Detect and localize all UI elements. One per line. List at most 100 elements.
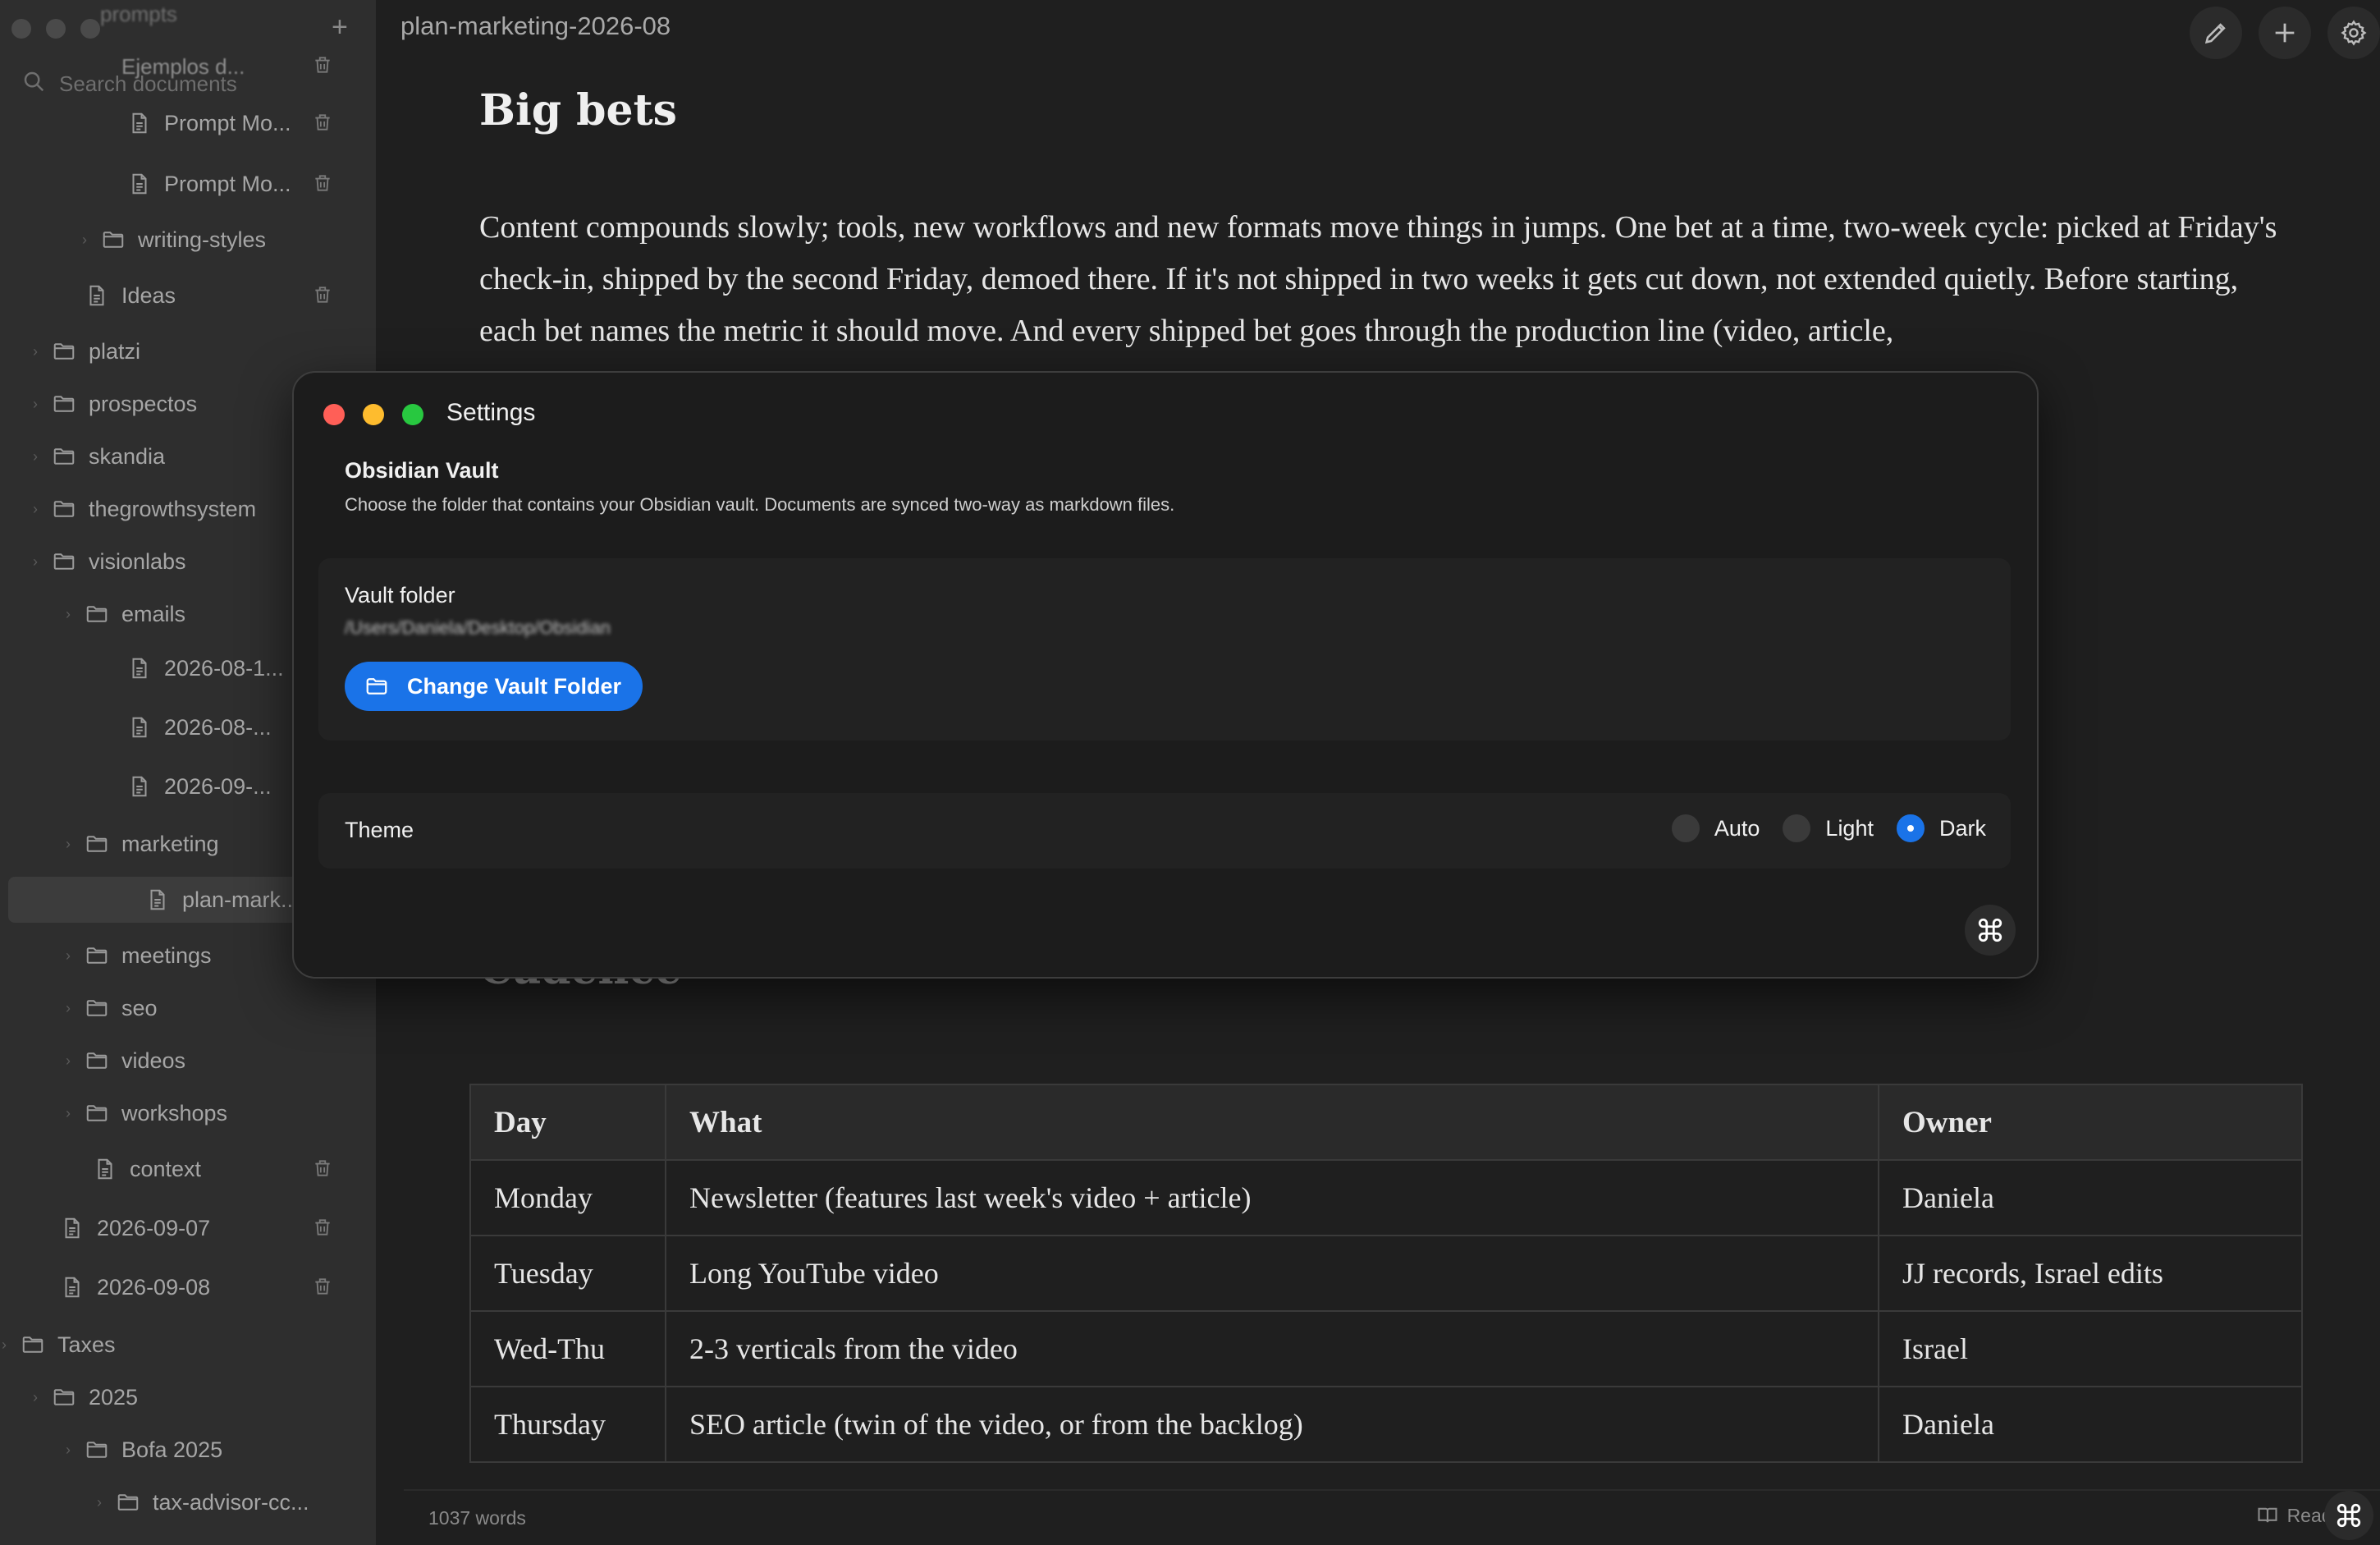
radio-light[interactable]: [1783, 814, 1811, 842]
chevron-right-icon[interactable]: ›: [82, 232, 95, 249]
cadence-table: Day What Owner Monday Newsletter (featur…: [469, 1084, 2303, 1463]
radio-dark[interactable]: [1896, 814, 1925, 842]
command-button[interactable]: [2324, 1491, 2373, 1540]
change-vault-folder-button[interactable]: Change Vault Folder: [345, 662, 643, 711]
gear-icon: [2341, 20, 2367, 46]
sidebar-folder[interactable]: › emails: [66, 591, 185, 637]
table-cell: Daniela: [1878, 1159, 2303, 1236]
folder-icon: [51, 496, 77, 522]
folder-icon: [84, 601, 110, 627]
sidebar-folder[interactable]: › Bofa 2025: [66, 1427, 222, 1473]
table-cell: 2-3 verticals from the video: [665, 1310, 1879, 1387]
sidebar-folder[interactable]: › prospectos: [33, 381, 197, 427]
chevron-right-icon[interactable]: ›: [66, 606, 79, 623]
sidebar-item-label: 2026-09-07: [97, 1215, 211, 1240]
sidebar-file[interactable]: 2026-09-08: [41, 1264, 210, 1310]
chevron-right-icon[interactable]: ›: [97, 1494, 110, 1511]
chevron-right-icon[interactable]: ›: [66, 1105, 79, 1122]
document-icon: [144, 887, 171, 913]
dialog-close-button[interactable]: [323, 404, 345, 425]
document-icon: [126, 110, 153, 136]
sidebar-item-label: writing-styles: [138, 227, 267, 252]
search-documents[interactable]: Search documents: [21, 69, 237, 99]
chevron-right-icon[interactable]: ›: [33, 448, 46, 465]
sidebar-file[interactable]: 2026-08-...: [108, 704, 272, 750]
sidebar-folder[interactable]: › 2025: [33, 1374, 138, 1420]
chevron-right-icon[interactable]: ›: [66, 1442, 79, 1459]
sidebar-folder[interactable]: › tax-advisor-cc...: [97, 1479, 309, 1525]
command-icon: [2337, 1503, 2361, 1528]
change-vault-folder-label: Change Vault Folder: [407, 673, 622, 699]
sidebar-folder[interactable]: › thegrowthsystem: [33, 486, 256, 532]
sidebar-folder[interactable]: › seo: [66, 985, 158, 1031]
sidebar-file[interactable]: 2026-08-1...: [108, 645, 284, 691]
theme-option-auto[interactable]: Auto: [1671, 814, 1760, 842]
document-icon: [59, 1215, 85, 1241]
table-cell: SEO article (twin of the video, or from …: [665, 1386, 1879, 1463]
sidebar-item-label: videos: [121, 1048, 186, 1073]
sidebar-folder[interactable]: › platzi: [33, 328, 140, 374]
sidebar-item-label: Bofa 2025: [121, 1437, 223, 1462]
sidebar-folder[interactable]: › videos: [66, 1038, 185, 1084]
trash-icon[interactable]: [312, 1158, 333, 1183]
sidebar-folder[interactable]: › skandia: [33, 433, 165, 479]
table-cell: Newsletter (features last week's video +…: [665, 1159, 1879, 1236]
sidebar-file[interactable]: context: [74, 1146, 201, 1192]
radio-label: Auto: [1714, 815, 1760, 841]
search-input[interactable]: Search documents: [59, 71, 237, 97]
sidebar-folder[interactable]: › marketing: [66, 821, 219, 867]
chevron-right-icon[interactable]: ›: [33, 1389, 46, 1406]
sidebar-file[interactable]: 2026-09-07: [41, 1205, 210, 1251]
trash-icon[interactable]: [312, 172, 333, 198]
trash-icon[interactable]: [312, 284, 333, 309]
sidebar-file[interactable]: Prompt Mo...: [108, 161, 291, 207]
dialog-zoom-button[interactable]: [402, 404, 423, 425]
table-row: Tuesday Long YouTube video JJ records, I…: [469, 1235, 2303, 1312]
sidebar-folder[interactable]: › writing-styles: [82, 217, 266, 263]
sidebar-item-label: seo: [121, 995, 158, 1020]
chevron-right-icon[interactable]: ›: [33, 396, 46, 413]
close-window-button[interactable]: [11, 19, 31, 39]
dialog-minimize-button[interactable]: [363, 404, 384, 425]
trash-icon[interactable]: [312, 1276, 333, 1301]
window-controls: [11, 19, 100, 39]
minimize-window-button[interactable]: [46, 19, 66, 39]
settings-button[interactable]: [2327, 7, 2380, 59]
trash-icon[interactable]: [312, 112, 333, 137]
chevron-right-icon[interactable]: ›: [66, 1000, 79, 1017]
chevron-right-icon[interactable]: ›: [66, 1052, 79, 1070]
sidebar-folder[interactable]: › workshops: [66, 1090, 227, 1136]
chevron-right-icon[interactable]: ›: [33, 501, 46, 518]
theme-option-light[interactable]: Light: [1783, 814, 1874, 842]
chevron-right-icon[interactable]: ›: [2, 1336, 15, 1354]
sidebar-item-label: 2026-09-...: [164, 773, 272, 799]
sidebar-file[interactable]: Prompt Mo...: [108, 100, 291, 146]
radio-auto[interactable]: [1671, 814, 1700, 842]
chevron-right-icon[interactable]: ›: [33, 343, 46, 360]
sidebar-item-label: context: [130, 1156, 202, 1181]
folder-icon: [366, 678, 387, 695]
dialog-command-button[interactable]: [1965, 905, 2016, 956]
edit-button[interactable]: [2190, 7, 2242, 59]
add-button[interactable]: [2259, 7, 2311, 59]
new-document-button[interactable]: +: [332, 13, 348, 41]
sidebar-file[interactable]: Ideas: [66, 273, 176, 319]
theme-option-dark[interactable]: Dark: [1896, 814, 1986, 842]
chevron-right-icon[interactable]: ›: [33, 553, 46, 571]
sidebar-folder[interactable]: › visionlabs: [33, 539, 186, 585]
chevron-right-icon[interactable]: ›: [66, 836, 79, 853]
chevron-right-icon[interactable]: ›: [66, 947, 79, 965]
sidebar-folder[interactable]: › Taxes: [2, 1322, 116, 1368]
zoom-window-button[interactable]: [80, 19, 100, 39]
folder-icon: [20, 1332, 46, 1358]
trash-icon[interactable]: [312, 1217, 333, 1242]
trash-icon[interactable]: [312, 54, 333, 80]
sidebar-folder[interactable]: › meetings: [66, 933, 212, 979]
sidebar-file[interactable]: 2026-09-...: [108, 763, 272, 809]
book-icon: [2258, 1507, 2277, 1523]
folder-icon: [84, 1100, 110, 1126]
sidebar-item-label: emails: [121, 601, 186, 626]
sidebar-item-label: thegrowthsystem: [89, 496, 257, 521]
document-title[interactable]: plan-marketing-2026-08: [400, 11, 671, 41]
radio-label: Light: [1825, 815, 1874, 841]
